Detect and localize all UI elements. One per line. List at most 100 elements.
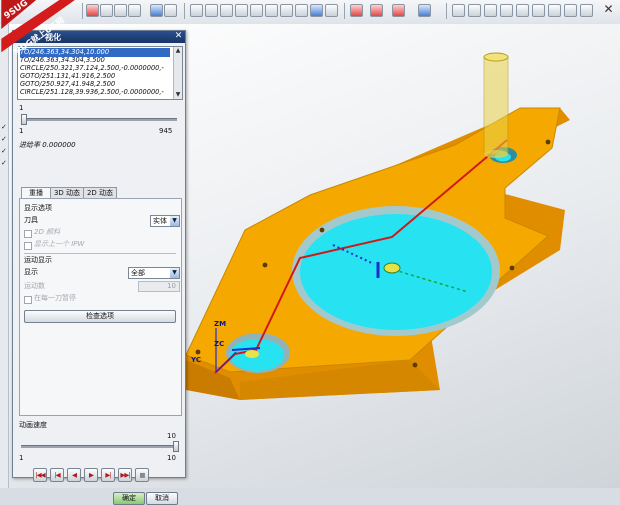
close-icon[interactable]: ✕ — [174, 32, 183, 41]
generate-path-icon[interactable] — [350, 4, 363, 17]
tab-3d-dynamic[interactable]: 3D 动态 — [50, 187, 84, 198]
resource-bar: ✓ ✓ ✓ ✓ — [0, 24, 9, 488]
replay-icon[interactable] — [100, 4, 113, 17]
gear-icon[interactable] — [295, 4, 308, 17]
tool-display-value: 实体 — [153, 217, 167, 225]
view-zoom-icon[interactable] — [500, 4, 513, 17]
axis-label-zc: ZC — [214, 340, 225, 348]
view-rotate-icon[interactable] — [468, 4, 481, 17]
list-slider-min-bottom: 1 — [19, 127, 24, 135]
main-toolbar: ✕ — [0, 0, 620, 25]
motion-display-select[interactable]: 全部 ▼ — [128, 267, 180, 279]
tool-label: 刀具 — [24, 216, 38, 224]
step-forward-button[interactable]: ▶| — [101, 468, 115, 482]
list-slider-max: 945 — [159, 127, 173, 135]
check-options-button[interactable]: 检查选项 — [24, 310, 176, 323]
arrow-icon[interactable] — [235, 4, 248, 17]
bolt-hole — [412, 362, 418, 368]
motion-count-field[interactable]: 10 — [138, 281, 180, 292]
verify-path-icon[interactable] — [370, 4, 383, 17]
chevron-down-icon[interactable]: ▼ — [170, 216, 179, 226]
view-fit-icon[interactable] — [452, 4, 465, 17]
chevron-down-icon[interactable]: ▼ — [170, 268, 179, 278]
bolt-hole — [195, 349, 201, 355]
list-item[interactable]: CIRCLE/251.128,39.936,2.500,-0.0000000,- — [20, 88, 170, 97]
motion-count-label: 运动数 — [24, 282, 45, 290]
animation-speed-track[interactable] — [21, 445, 177, 448]
animation-speed-min: 1 — [19, 454, 24, 462]
stop-icon: ■ — [139, 471, 145, 479]
view-section-icon[interactable] — [580, 4, 593, 17]
pause-each-checkbox[interactable] — [24, 296, 32, 304]
play-backward-icon: ◀ — [72, 471, 77, 479]
dropdown-icon[interactable] — [128, 4, 141, 17]
step-forward-icon: ▶| — [105, 471, 111, 479]
animation-speed-label: 动画速度 — [19, 421, 47, 429]
doc-icon[interactable] — [325, 4, 338, 17]
animation-speed-thumb[interactable] — [173, 441, 179, 452]
step-back-button[interactable]: |◀ — [50, 468, 64, 482]
display-label: 显示 — [24, 268, 38, 276]
bolt-hole — [545, 139, 551, 145]
2d-material-checkbox[interactable] — [24, 230, 32, 238]
tab-2d-dynamic[interactable]: 2D 动态 — [83, 187, 117, 198]
view-orient-icon[interactable] — [532, 4, 545, 17]
bolt-hole — [319, 227, 325, 233]
site-watermark-logo: 9SUG 学UG就上UG网 — [1, 0, 75, 57]
toolbar-separator — [184, 3, 185, 19]
toolbar-separator — [82, 3, 83, 19]
cutting-tool — [483, 56, 509, 155]
list-path-icon[interactable] — [392, 4, 405, 17]
replay-panel: 显示选项 刀具 实体 ▼ 2D 颜料 显示上一个 IPW 运动显示 显示 全部 … — [19, 198, 182, 416]
scroll-down-icon[interactable]: ▼ — [174, 91, 182, 99]
previous-ipw-label: 显示上一个 IPW — [34, 240, 85, 248]
postprocess-icon[interactable] — [418, 4, 431, 17]
axis-label-yc: YC — [191, 356, 201, 364]
sphere-icon[interactable] — [150, 4, 163, 17]
pause-each-label: 在每一刀暂停 — [34, 294, 76, 302]
pattern-icon[interactable] — [265, 4, 278, 17]
cancel-button[interactable]: 取消 — [146, 492, 178, 505]
view-pan-icon[interactable] — [484, 4, 497, 17]
display-options-header: 显示选项 — [24, 204, 52, 212]
cutting-tool-tip — [484, 150, 508, 158]
skip-to-end-icon: ▶▶| — [120, 471, 130, 479]
toolbar-separator — [344, 3, 345, 19]
view-shade-icon[interactable] — [548, 4, 561, 17]
list-scrollbar[interactable]: ▲ ▼ — [173, 47, 182, 99]
ok-button[interactable]: 确定 — [113, 492, 145, 505]
scroll-up-icon[interactable]: ▲ — [174, 47, 182, 55]
view-wire-icon[interactable] — [564, 4, 577, 17]
view-zoom-in-icon[interactable] — [516, 4, 529, 17]
skip-to-start-button[interactable]: |◀◀ — [33, 468, 47, 482]
close-icon[interactable]: ✕ — [603, 3, 614, 15]
cut-icon[interactable] — [220, 4, 233, 17]
select-box-icon[interactable] — [114, 4, 127, 17]
list-slider-track[interactable] — [21, 118, 177, 121]
skip-to-end-button[interactable]: ▶▶| — [118, 468, 132, 482]
toolbar-separator — [446, 3, 447, 19]
geometry-icon[interactable] — [190, 4, 203, 17]
tool-icon[interactable] — [280, 4, 293, 17]
divider — [24, 253, 176, 254]
list-slider-min: 1 — [19, 104, 24, 112]
mirror-icon[interactable] — [250, 4, 263, 17]
step-back-icon: |◀ — [54, 471, 60, 479]
cutting-tool-top — [483, 52, 509, 62]
play-forward-button[interactable]: ▶ — [84, 468, 98, 482]
point-5-icon[interactable] — [205, 4, 218, 17]
list-slider-thumb[interactable] — [21, 114, 27, 125]
ufo-icon[interactable] — [310, 4, 323, 17]
tool-position-marker — [383, 262, 401, 274]
animation-speed-max: 10 — [167, 454, 176, 462]
play-backward-button[interactable]: ◀ — [67, 468, 81, 482]
bolt-hole — [509, 265, 515, 271]
stack-icon[interactable] — [164, 4, 177, 17]
2d-material-label: 2D 颜料 — [34, 228, 61, 236]
stop-button[interactable]: ■ — [135, 468, 149, 482]
tool-sim-icon[interactable] — [86, 4, 99, 17]
check-mark-icon: ✓ — [1, 123, 7, 131]
tool-display-select[interactable]: 实体 ▼ — [150, 215, 180, 227]
previous-ipw-checkbox[interactable] — [24, 242, 32, 250]
check-mark-icon: ✓ — [1, 147, 7, 155]
